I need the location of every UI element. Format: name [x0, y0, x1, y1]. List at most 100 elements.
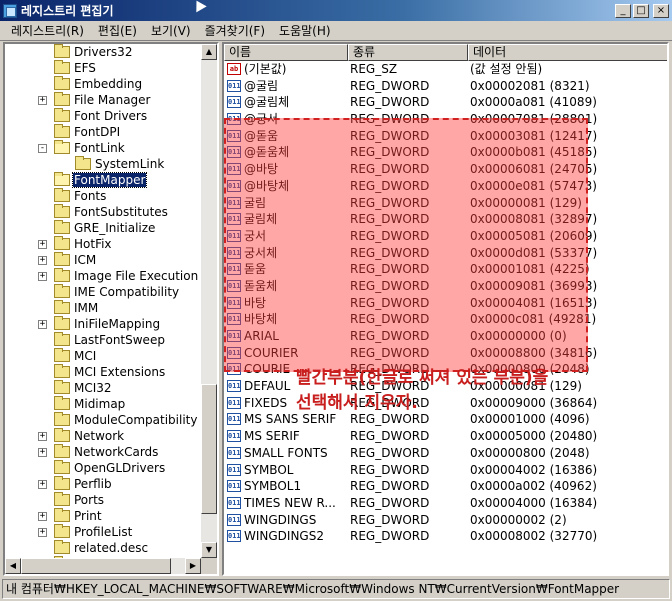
scroll-left-button[interactable]: ◀: [5, 558, 21, 574]
menu-help[interactable]: 도움말(H): [272, 22, 338, 39]
folder-icon: [54, 60, 70, 74]
tree-vertical-scrollbar[interactable]: ▲ ▼: [201, 44, 217, 558]
tree-horizontal-scrollbar[interactable]: ◀ ▶: [5, 558, 201, 574]
tree-item[interactable]: MCI32: [5, 380, 201, 396]
list-item[interactable]: 011 WINGDINGS REG_DWORD 0x00000002 (2): [224, 512, 667, 529]
list-item[interactable]: 011 바탕체 REG_DWORD 0x0000c081 (49281): [224, 311, 667, 328]
menu-view[interactable]: 보기(V): [144, 22, 198, 39]
binary-value-icon: 011: [227, 213, 241, 226]
value-data: 0x00003081 (12417): [470, 128, 598, 143]
tree-item[interactable]: FontMapper: [5, 172, 201, 188]
tree-item[interactable]: + ICM: [5, 252, 201, 268]
list-item[interactable]: 011 @굴림체 REG_DWORD 0x0000a081 (41089): [224, 94, 667, 111]
expand-icon[interactable]: +: [38, 96, 47, 105]
expand-icon[interactable]: +: [38, 320, 47, 329]
tree-item[interactable]: MCI: [5, 348, 201, 364]
expand-icon[interactable]: +: [38, 272, 47, 281]
tree-item[interactable]: IMM: [5, 300, 201, 316]
menu-edit[interactable]: 편집(E): [91, 22, 144, 39]
list-item[interactable]: 011 SYMBOL REG_DWORD 0x00004002 (16386): [224, 462, 667, 479]
scroll-up-button[interactable]: ▲: [201, 44, 217, 60]
tree-item[interactable]: FontSubstitutes: [5, 204, 201, 220]
menu-registry[interactable]: 레지스트리(R): [4, 22, 91, 39]
tree-item[interactable]: Fonts: [5, 188, 201, 204]
tree-item[interactable]: Embedding: [5, 76, 201, 92]
expand-icon[interactable]: +: [38, 256, 47, 265]
tree-item[interactable]: IME Compatibility: [5, 284, 201, 300]
tree-item[interactable]: + IniFileMapping: [5, 316, 201, 332]
column-header-name[interactable]: 이름: [224, 44, 348, 61]
expand-icon[interactable]: +: [38, 528, 47, 537]
values-list-pane[interactable]: 이름 종류 데이터 ab (기본값) REG_SZ (값 설정 안됨) 011 @굴림 RE…: [222, 42, 669, 576]
tree-item[interactable]: SystemLink: [5, 156, 201, 172]
tree-item[interactable]: + Perflib: [5, 476, 201, 492]
list-item[interactable]: 011 @굴림 REG_DWORD 0x00002081 (8321): [224, 78, 667, 95]
tree-item[interactable]: + Network: [5, 428, 201, 444]
tree-item[interactable]: ModuleCompatibility: [5, 412, 201, 428]
tree-item[interactable]: - FontLink: [5, 140, 201, 156]
regedit-app-icon[interactable]: [3, 3, 17, 18]
list-item[interactable]: 011 @궁서 REG_DWORD 0x00007081 (28801): [224, 111, 667, 128]
list-item[interactable]: 011 MS SERIF REG_DWORD 0x00005000 (20480): [224, 428, 667, 445]
list-item[interactable]: 011 SYMBOL1 REG_DWORD 0x0000a002 (40962): [224, 478, 667, 495]
expand-icon[interactable]: +: [38, 448, 47, 457]
list-item[interactable]: 011 COURIER REG_DWORD 0x00008800 (34816): [224, 345, 667, 362]
value-type: REG_DWORD: [350, 95, 430, 110]
column-header-type[interactable]: 종류: [348, 44, 468, 61]
title-bar[interactable]: 레지스트리 편집기 _ □ ×: [0, 0, 672, 21]
tree-item-label: Font Drivers: [74, 109, 148, 123]
tree-item[interactable]: + ProfileList: [5, 524, 201, 540]
tree-scroll-thumb[interactable]: [201, 384, 217, 514]
expand-icon[interactable]: +: [38, 512, 47, 521]
minimize-button[interactable]: _: [615, 3, 631, 18]
tree-item[interactable]: EFS: [5, 60, 201, 76]
tree-item[interactable]: Midimap: [5, 396, 201, 412]
list-item[interactable]: 011 @돋움체 REG_DWORD 0x0000b081 (45185): [224, 144, 667, 161]
close-button[interactable]: ×: [653, 3, 669, 18]
scroll-right-button[interactable]: ▶: [185, 558, 201, 574]
list-item[interactable]: 011 돋움 REG_DWORD 0x00001081 (4225): [224, 261, 667, 278]
scroll-down-button[interactable]: ▼: [201, 542, 217, 558]
tree-item[interactable]: Ports: [5, 492, 201, 508]
list-item[interactable]: ab (기본값) REG_SZ (값 설정 안됨): [224, 61, 667, 78]
tree-item[interactable]: + NetworkCards: [5, 444, 201, 460]
list-item[interactable]: 011 바탕 REG_DWORD 0x00004081 (16513): [224, 295, 667, 312]
tree-item[interactable]: MCI Extensions: [5, 364, 201, 380]
maximize-button[interactable]: □: [633, 3, 649, 18]
column-header-data[interactable]: 데이터: [468, 44, 667, 61]
menu-favorites[interactable]: 즐겨찾기(F): [198, 22, 272, 39]
list-item[interactable]: 011 돋움체 REG_DWORD 0x00009081 (36993): [224, 278, 667, 295]
tree-item[interactable]: LastFontSweep: [5, 332, 201, 348]
list-item[interactable]: 011 ARIAL REG_DWORD 0x00000000 (0): [224, 328, 667, 345]
tree-item[interactable]: + File Manager: [5, 92, 201, 108]
list-item[interactable]: 011 @바탕 REG_DWORD 0x00006081 (24705): [224, 161, 667, 178]
value-type: REG_SZ: [350, 62, 398, 76]
list-item[interactable]: 011 TIMES NEW R... REG_DWORD 0x00004000 (16…: [224, 495, 667, 512]
tree-item[interactable]: related.desc: [5, 540, 201, 556]
expand-icon[interactable]: +: [38, 240, 47, 249]
tree-item[interactable]: + HotFix: [5, 236, 201, 252]
list-item[interactable]: 011 궁서 REG_DWORD 0x00005081 (20609): [224, 228, 667, 245]
tree-item[interactable]: Font Drivers: [5, 108, 201, 124]
tree-item-label: Drivers32: [74, 45, 133, 59]
list-item[interactable]: 011 궁서체 REG_DWORD 0x0000d081 (53377): [224, 245, 667, 262]
list-item[interactable]: 011 @돋움 REG_DWORD 0x00003081 (12417): [224, 128, 667, 145]
folder-icon: [54, 524, 70, 538]
list-item[interactable]: 011 @바탕체 REG_DWORD 0x0000e081 (57473): [224, 178, 667, 195]
value-type: REG_DWORD: [350, 162, 430, 177]
collapse-icon[interactable]: -: [38, 144, 47, 153]
list-item[interactable]: 011 굴림 REG_DWORD 0x00000081 (129): [224, 195, 667, 212]
expand-icon[interactable]: +: [38, 432, 47, 441]
tree-item[interactable]: + Image File Execution O: [5, 268, 201, 284]
tree-item[interactable]: Drivers32: [5, 44, 201, 60]
list-item[interactable]: 011 WINGDINGS2 REG_DWORD 0x00008002 (32770): [224, 528, 667, 545]
expand-icon[interactable]: +: [38, 480, 47, 489]
tree-item[interactable]: + Print: [5, 508, 201, 524]
tree-hscroll-thumb[interactable]: [21, 558, 171, 574]
registry-tree-pane[interactable]: Drivers32 EFS Embedding + File Manager Font D…: [3, 42, 219, 576]
tree-item[interactable]: GRE_Initialize: [5, 220, 201, 236]
tree-item[interactable]: FontDPI: [5, 124, 201, 140]
tree-item[interactable]: OpenGLDrivers: [5, 460, 201, 476]
list-item[interactable]: 011 굴림체 REG_DWORD 0x00008081 (32897): [224, 211, 667, 228]
list-item[interactable]: 011 SMALL FONTS REG_DWORD 0x00000800 (2048): [224, 445, 667, 462]
